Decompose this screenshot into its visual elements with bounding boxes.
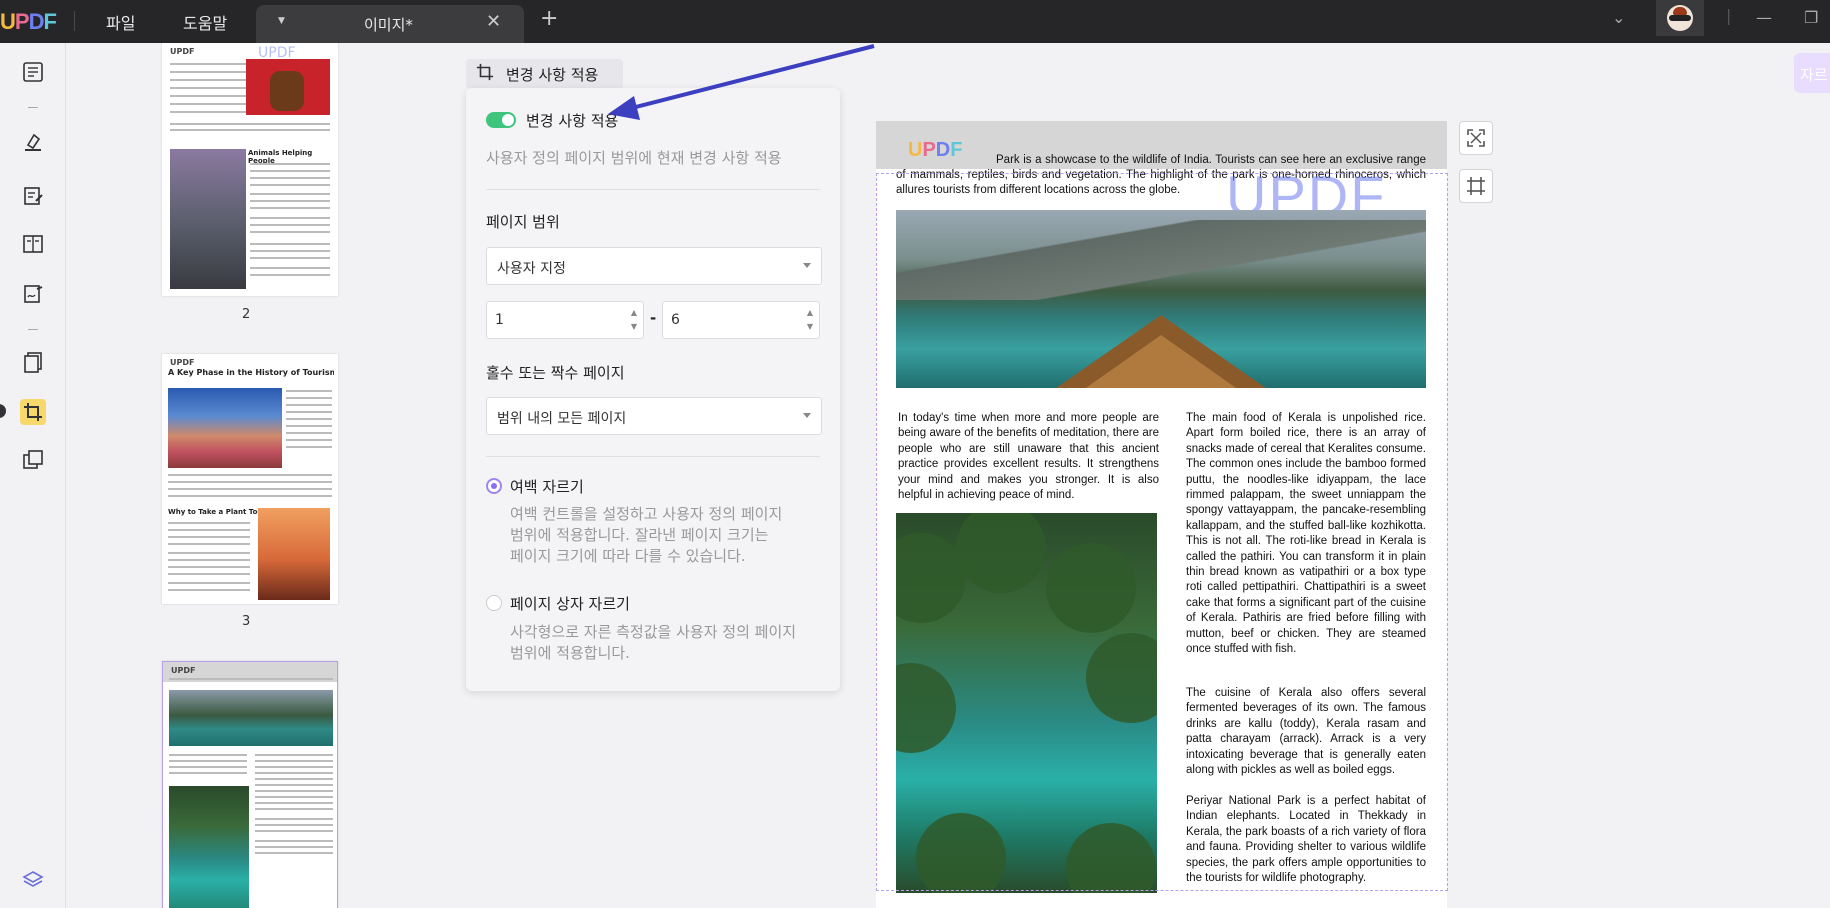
crop-page-box-radio[interactable] [486, 595, 502, 611]
divider-icon: | [1726, 6, 1732, 25]
thumbnail-page-2[interactable]: UPDF UPDF Animals Helping People [162, 43, 338, 296]
spin-up-icon[interactable]: ▲ [807, 308, 813, 317]
page-range-select[interactable]: 사용자 지정 [486, 247, 822, 285]
thumb-logo: UPDF [171, 666, 196, 675]
chevron-down-icon [803, 263, 811, 268]
crop-page-box-label: 페이지 상자 자르기 [510, 595, 630, 613]
crop-margins-label: 여백 자르기 [510, 478, 584, 496]
toggle-description: 사용자 정의 페이지 범위에 현재 변경 사항 적용 [486, 149, 782, 167]
range-dash: - [650, 309, 657, 327]
crop-page-box-desc-1: 사각형으로 자른 측정값을 사용자 정의 페이지 [510, 623, 797, 641]
spin-up-icon[interactable]: ▲ [631, 308, 637, 317]
form-icon[interactable] [20, 231, 46, 257]
crop-settings-panel: 변경 사항 적용 사용자 정의 페이지 범위에 현재 변경 사항 적용 페이지 … [466, 88, 840, 691]
title-bar: UPDF 파일 도움말 ▼ 이미지* ✕ + ⌄ | — ❐ [0, 0, 1830, 43]
layers-icon[interactable] [20, 867, 46, 893]
minimize-icon[interactable]: — [1756, 8, 1772, 27]
right-column-text-3: Periyar National Park is a perfect habit… [1186, 795, 1426, 885]
batch-icon[interactable] [20, 447, 46, 473]
highlighter-icon[interactable] [20, 129, 46, 155]
crop-icon[interactable] [20, 399, 46, 425]
tab-title: 이미지* [364, 16, 413, 34]
thumb-title: A Key Phase in the History of Tourism [168, 368, 334, 377]
avatar[interactable] [1656, 0, 1704, 36]
menu-file[interactable]: 파일 [106, 10, 135, 34]
crop-margins-radio[interactable] [486, 478, 502, 494]
crop-page-box-desc-2: 범위에 적용합니다. [510, 644, 630, 662]
new-tab-icon[interactable]: + [540, 6, 558, 31]
page-range-title: 페이지 범위 [486, 213, 560, 231]
thumbnail-page-3[interactable]: UPDF A Key Phase in the History of Touri… [162, 354, 338, 604]
edit-text-icon[interactable] [20, 183, 46, 209]
chevron-down-icon[interactable]: ⌄ [1612, 8, 1625, 27]
document-tab[interactable]: ▼ 이미지* ✕ [256, 5, 524, 43]
thumb-heading: Why to Take a Plant Tour [168, 508, 266, 516]
lake-boat-image [896, 210, 1426, 388]
odd-even-select[interactable]: 범위 내의 모든 페이지 [486, 397, 822, 435]
crop-icon [476, 63, 494, 85]
crop-margins-desc-2: 범위에 적용합니다. 잘라낸 페이지 크기는 [510, 526, 769, 544]
app-logo: UPDF [0, 9, 57, 34]
crop-box-icon[interactable] [1459, 169, 1493, 203]
left-column-text: In today's time when more and more peopl… [898, 412, 1159, 502]
odd-even-title: 홀수 또는 짝수 페이지 [486, 364, 625, 382]
sign-icon[interactable] [20, 281, 46, 307]
spin-down-icon[interactable]: ▼ [807, 322, 813, 331]
apply-changes-header-label: 변경 사항 적용 [506, 65, 599, 84]
crop-margins-desc-3: 페이지 크기에 따라 다를 수 있습니다. [510, 547, 746, 565]
menu-help[interactable]: 도움말 [183, 10, 227, 34]
reader-icon[interactable] [20, 59, 46, 85]
close-tab-icon[interactable]: ✕ [486, 11, 501, 32]
divider [74, 11, 75, 31]
range-from-input[interactable]: 1 ▲ ▼ [486, 301, 644, 339]
thumbnail-panel: UPDF UPDF Animals Helping People 2 UPDF [66, 43, 444, 908]
maximize-icon[interactable]: ❐ [1804, 8, 1818, 27]
right-column-text-1: The main food of Kerala is unpolished ri… [1186, 412, 1426, 656]
fit-crop-icon[interactable] [1459, 121, 1493, 155]
chevron-down-icon [803, 413, 811, 418]
right-column-text-2: The cuisine of Kerala also offers severa… [1186, 687, 1426, 777]
range-to-input[interactable]: 6 ▲ ▼ [662, 301, 820, 339]
page-number-3: 3 [242, 614, 251, 629]
apply-changes-toggle[interactable] [486, 112, 516, 128]
page-number-2: 2 [242, 307, 251, 322]
thumbnail-page-4[interactable]: UPDF [162, 661, 338, 908]
palm-river-image [896, 513, 1157, 893]
organize-pages-icon[interactable] [20, 349, 46, 375]
tab-dropdown-icon[interactable]: ▼ [278, 16, 285, 26]
spin-down-icon[interactable]: ▼ [631, 322, 637, 331]
thumb-logo: UPDF [170, 358, 195, 367]
annotation-arrow [608, 44, 875, 120]
thumb-logo: UPDF [170, 47, 195, 56]
crop-button[interactable]: 자르 [1794, 53, 1830, 93]
crop-margins-desc-1: 여백 컨트롤을 설정하고 사용자 정의 페이지 [510, 505, 783, 523]
left-toolbar [0, 43, 66, 908]
document-page[interactable]: UPDF Park is a showcase to the wildlife … [876, 121, 1447, 908]
